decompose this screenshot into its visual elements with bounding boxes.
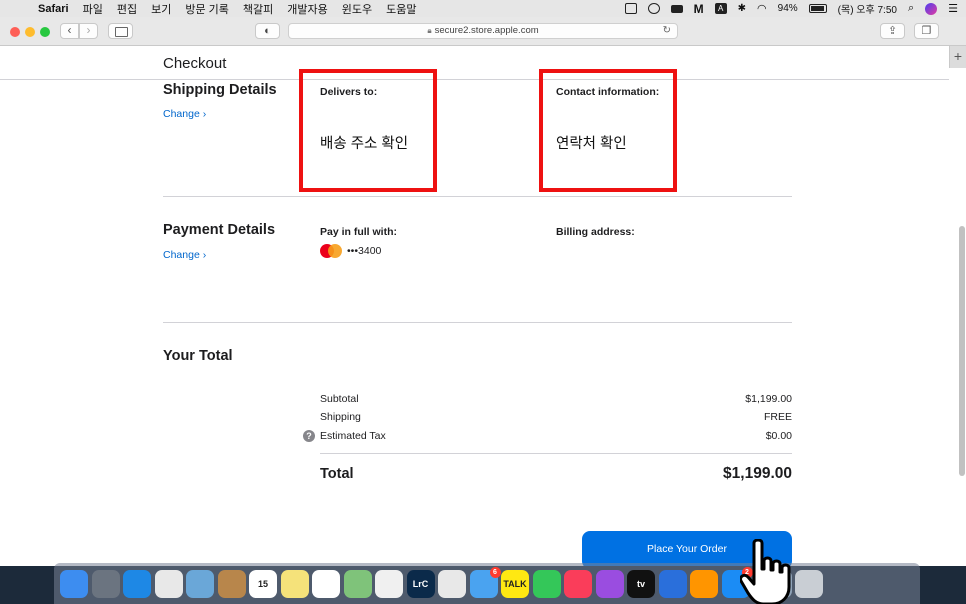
- shipping-label: Shipping: [320, 411, 361, 423]
- card-number: •••3400: [347, 245, 382, 257]
- lock-icon: 🔒︎: [427, 26, 432, 35]
- new-tab-button[interactable]: +: [949, 46, 966, 68]
- notification-badge: 6: [489, 566, 501, 578]
- battery-percent: 94%: [777, 3, 798, 14]
- maps-icon[interactable]: [343, 569, 372, 598]
- subtotal-value: $1,199.00: [745, 393, 792, 405]
- share-button[interactable]: ⇪: [880, 23, 905, 39]
- delivers-to-label: Delivers to:: [320, 86, 378, 98]
- podcasts-icon[interactable]: [595, 569, 624, 598]
- menu-bookmarks[interactable]: 책갈피: [243, 1, 273, 17]
- a-icon[interactable]: A: [714, 3, 727, 14]
- forward-button[interactable]: ›: [79, 23, 98, 39]
- pay-in-full-label: Pay in full with:: [320, 226, 398, 238]
- safari-toolbar: ‹ › ◐ 🔒︎ secure2.store.apple.com ↻ ⇪ ❐: [0, 17, 966, 46]
- menu-history[interactable]: 방문 기록: [185, 1, 229, 17]
- scrollbar[interactable]: [959, 226, 965, 476]
- chrome-icon[interactable]: [154, 569, 183, 598]
- search-icon[interactable]: ⌕: [908, 2, 914, 15]
- estimated-tax-value: $0.00: [765, 430, 792, 442]
- menu-develop[interactable]: 개발자용: [287, 1, 327, 17]
- divider: [163, 196, 792, 197]
- reload-icon[interactable]: ↻: [663, 24, 671, 38]
- shipping-value: FREE: [763, 411, 792, 423]
- apple-tv-icon[interactable]: tv: [627, 569, 655, 598]
- total-value: $1,199.00: [723, 465, 792, 482]
- webpage: Checkout Shipping Details Change › Deliv…: [0, 46, 966, 566]
- contact-info-label: Contact information:: [556, 86, 660, 98]
- books-icon[interactable]: [690, 569, 718, 598]
- hand-cursor-icon: [740, 539, 791, 604]
- clock[interactable]: (목) 오후 7:50: [838, 1, 897, 16]
- creative-cloud-icon[interactable]: [647, 3, 660, 14]
- menu-help[interactable]: 도움말: [386, 1, 416, 17]
- photos-icon[interactable]: [375, 569, 403, 598]
- close-window-button[interactable]: [10, 27, 20, 37]
- menubar-status-area: M A ✱ ◠ 94% (목) 오후 7:50 ⌕ ☰: [624, 0, 958, 17]
- zoom-window-button[interactable]: [40, 27, 50, 37]
- address-bar[interactable]: 🔒︎ secure2.store.apple.com ↻: [288, 23, 678, 39]
- drive-icon[interactable]: [670, 4, 683, 13]
- battery-icon[interactable]: [808, 4, 827, 13]
- dock-icon-label: 15: [257, 578, 268, 589]
- url-text: secure2.store.apple.com: [434, 25, 539, 36]
- shipping-change-link[interactable]: Change ›: [163, 108, 206, 120]
- messages-icon[interactable]: 6: [469, 566, 501, 598]
- page-title: Checkout: [163, 55, 227, 72]
- safari-icon[interactable]: [123, 569, 151, 598]
- subtotal-label: Subtotal: [320, 393, 359, 405]
- dock-icon-label: tv: [636, 578, 645, 589]
- facetime-icon[interactable]: [532, 569, 561, 598]
- contact-info-value: 연락처 확인: [556, 136, 627, 152]
- privacy-report-button[interactable]: ◐: [255, 23, 280, 39]
- siri-icon[interactable]: [925, 2, 938, 15]
- help-icon[interactable]: ?: [303, 430, 315, 442]
- billing-address-label: Billing address:: [556, 226, 635, 238]
- reminders-icon[interactable]: [312, 569, 340, 598]
- menu-bar: Safari 파일 편집 보기 방문 기록 책갈피 개발자용 윈도우 도움말 M…: [0, 0, 966, 17]
- payment-details-title: Payment Details: [163, 222, 276, 238]
- gmail-icon[interactable]: M: [694, 2, 704, 16]
- launchpad-icon[interactable]: [91, 569, 120, 598]
- wifi-icon[interactable]: ◠: [757, 2, 767, 15]
- lightroom-icon[interactable]: LrC: [406, 569, 435, 598]
- control-center-icon[interactable]: ☰: [948, 2, 958, 15]
- sidebar-toggle-button[interactable]: [108, 23, 133, 39]
- dock-icon-label: TALK: [503, 578, 527, 589]
- shipping-details-title: Shipping Details: [163, 82, 277, 98]
- notes-icon[interactable]: [280, 569, 309, 598]
- payment-change-link[interactable]: Change ›: [163, 249, 206, 261]
- estimated-tax-label: Estimated Tax: [320, 430, 386, 442]
- minimize-window-button[interactable]: [25, 27, 35, 37]
- menu-window[interactable]: 윈도우: [342, 1, 372, 17]
- calendar-icon[interactable]: 15: [249, 569, 277, 598]
- total-label: Total: [320, 466, 354, 482]
- menu-edit[interactable]: 편집: [117, 1, 137, 17]
- back-button[interactable]: ‹: [60, 23, 79, 39]
- checkout-header: Checkout: [0, 46, 949, 80]
- window-icon[interactable]: [624, 3, 637, 14]
- menu-app-name[interactable]: Safari: [38, 3, 69, 15]
- menu-file[interactable]: 파일: [83, 1, 103, 17]
- bluetooth-icon[interactable]: ✱: [738, 3, 746, 14]
- divider: [320, 453, 792, 454]
- contacts-icon[interactable]: [217, 569, 246, 598]
- delivers-to-value: 배송 주소 확인: [320, 136, 409, 152]
- kakaotalk-icon[interactable]: TALK: [501, 569, 529, 598]
- creative-cloud-icon[interactable]: [438, 569, 466, 598]
- music-icon[interactable]: [564, 569, 592, 598]
- quicktime-icon[interactable]: [658, 569, 687, 598]
- tab-overview-button[interactable]: ❐: [914, 23, 939, 39]
- menu-view[interactable]: 보기: [151, 1, 171, 17]
- dock-icon-label: LrC: [412, 578, 429, 589]
- your-total-title: Your Total: [163, 348, 233, 364]
- divider: [163, 322, 792, 323]
- mastercard-icon: [320, 244, 344, 258]
- finder-icon[interactable]: [60, 569, 88, 598]
- preview-icon[interactable]: [186, 569, 214, 598]
